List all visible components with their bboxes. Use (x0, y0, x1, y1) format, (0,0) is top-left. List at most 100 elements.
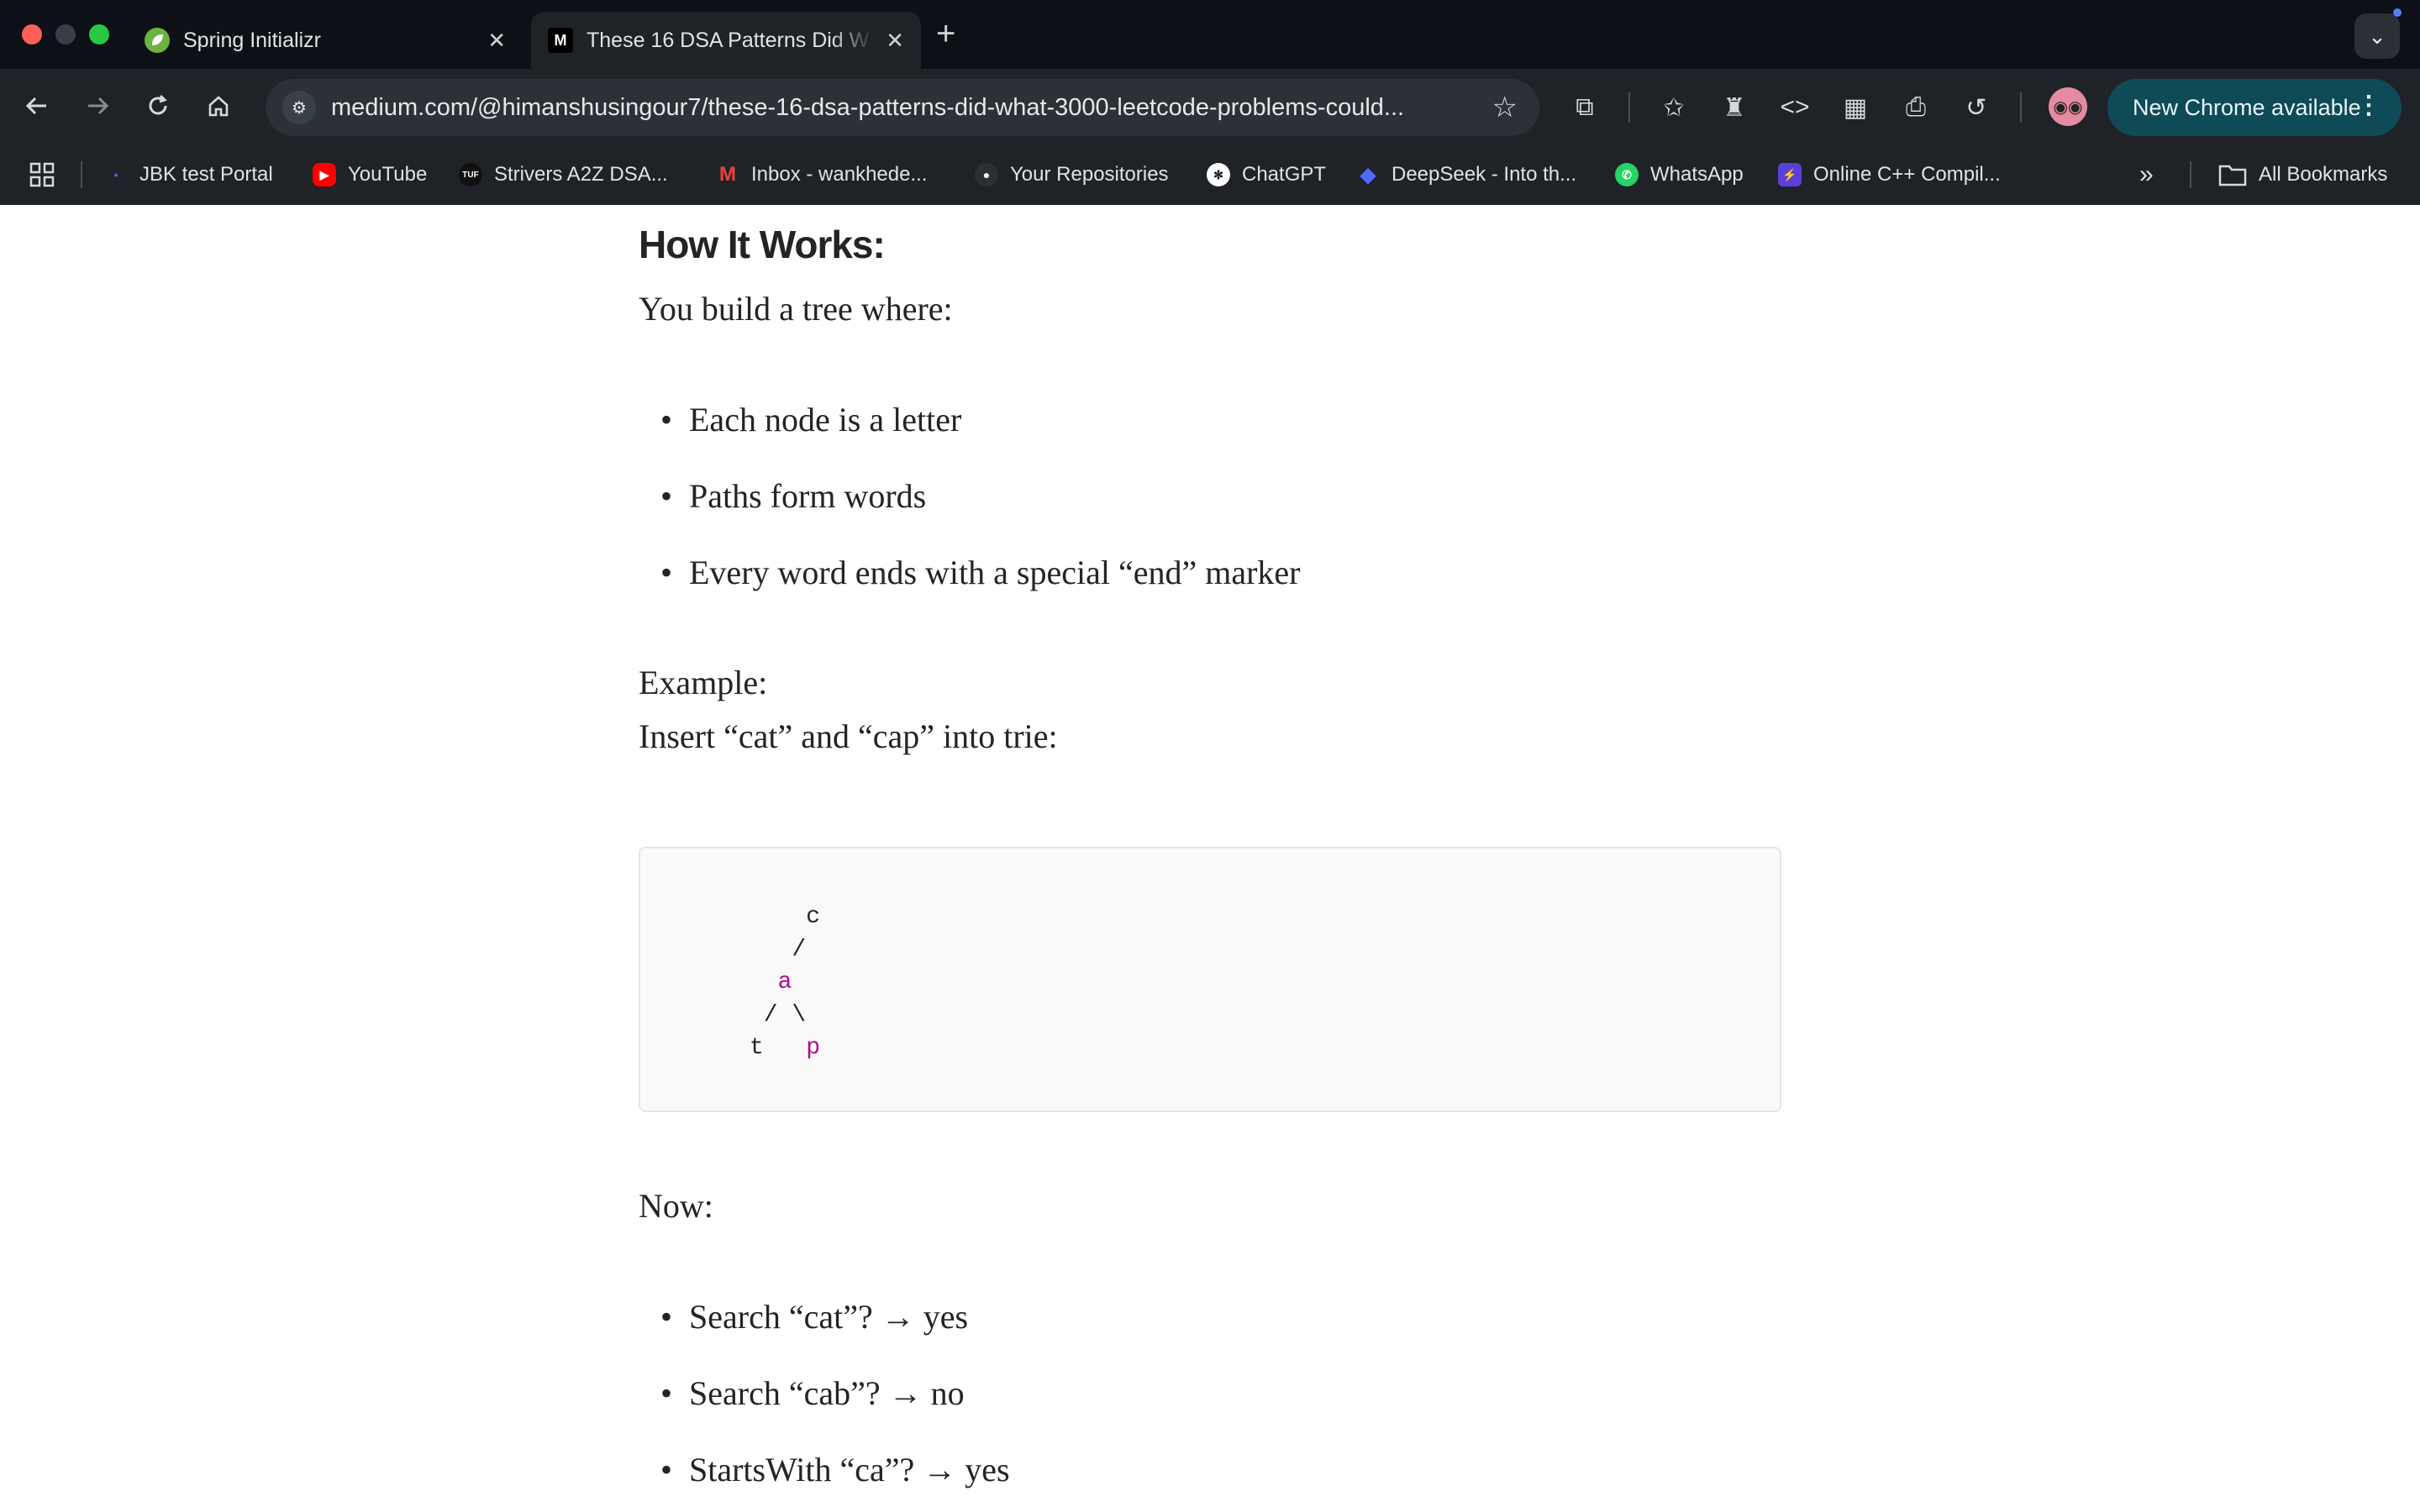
spring-leaf-icon (145, 28, 170, 53)
list-item-text: Every word ends with a special “end” mar… (689, 554, 1301, 591)
tab-medium-article[interactable]: M These 16 DSA Patterns Did W ✕ (531, 12, 921, 69)
back-button[interactable] (18, 87, 55, 124)
code-line: / (750, 937, 807, 963)
code-line: / \ (750, 1002, 807, 1028)
bookmark-label: YouTube (348, 163, 428, 186)
apps-button[interactable] (29, 156, 55, 193)
all-bookmarks-label: All Bookmarks (2259, 163, 2388, 186)
more-menu-icon[interactable]: ⋮ (2356, 91, 2381, 120)
glasses-icon: ◉◉ (2053, 97, 2083, 117)
more-bookmarks-button[interactable]: » (2139, 156, 2154, 193)
list-item-text: Search “cat”? → yes (689, 1298, 969, 1336)
bookmarks-divider (2190, 161, 2191, 188)
code-highlight: p (806, 1035, 821, 1061)
bookmark-jbk[interactable]: • JBK test Portal (104, 156, 273, 193)
bookmark-whatsapp[interactable]: ✆ WhatsApp (1615, 156, 1744, 193)
url-text[interactable]: medium.com/@himanshusingour7/these-16-ds… (331, 94, 1476, 122)
gmail-icon: M (719, 163, 736, 186)
code-line: t p (750, 1035, 821, 1061)
folder-icon (2218, 165, 2247, 186)
bookmark-label: Your Repositories (1010, 163, 1169, 186)
bookmark-label: DeepSeek - Into th... (1392, 163, 1577, 186)
apps-grid-icon (29, 162, 55, 187)
forward-button[interactable] (79, 87, 116, 124)
now-label: Now: (639, 1187, 713, 1225)
tab-strip: Spring Initializr ✕ M These 16 DSA Patte… (0, 0, 2420, 69)
code-block: c / a / \ t p (639, 847, 1781, 1112)
printer-icon: ⎙ (1906, 93, 1926, 121)
whatsapp-icon: ✆ (1615, 163, 1639, 186)
bookmark-strivers[interactable]: TUF Strivers A2Z DSA... (459, 156, 668, 193)
bookmark-label: Inbox - wankhede... (751, 163, 928, 186)
qr-code-icon: ▦ (1843, 93, 1868, 122)
toolbar-divider (1628, 92, 1630, 123)
bookmark-label: JBK test Portal (139, 163, 273, 186)
bookmark-online-cpp[interactable]: ⚡ Online C++ Compil... (1778, 156, 2001, 193)
bookmark-chatgpt[interactable]: ✻ ChatGPT (1207, 156, 1326, 193)
site-info-icon[interactable]: ⚙ (282, 91, 316, 124)
puzzle-icon: ⧉ (1576, 93, 1594, 121)
bookmarks-divider (81, 161, 82, 188)
bookmark-gmail[interactable]: M Inbox - wankhede... (716, 156, 927, 193)
qr-code-button[interactable]: ▦ (1835, 87, 1876, 128)
paragraph-intro: You build a tree where: (639, 290, 953, 328)
notification-dot (2393, 8, 2402, 17)
bookmark-label: WhatsApp (1650, 163, 1744, 186)
arrow-left-icon (25, 97, 46, 115)
update-label: New Chrome available (2133, 94, 2361, 120)
extensions-button[interactable]: ⧉ (1565, 87, 1605, 128)
bookmark-youtube[interactable]: ▶ YouTube (313, 156, 427, 193)
zoom-window-button[interactable] (89, 24, 109, 45)
tab-search-button[interactable]: ⌄ (2354, 13, 2400, 59)
favorites-button[interactable]: ✩ (1654, 87, 1694, 128)
home-button[interactable] (200, 87, 237, 124)
home-icon (208, 96, 229, 117)
history-icon: ↺ (1965, 93, 1987, 122)
double-chevron-right-icon: » (2139, 160, 2154, 188)
example-text: Insert “cat” and “cap” into trie: (639, 717, 1058, 755)
bookmark-label: Online C++ Compil... (1813, 163, 2001, 186)
list-item-text: Search “cab”? → no (689, 1374, 965, 1412)
bookmark-label: ChatGPT (1242, 163, 1327, 186)
history-button[interactable]: ↺ (1956, 87, 1996, 128)
profile-avatar[interactable]: ◉◉ (2049, 87, 2087, 126)
reload-button[interactable] (139, 87, 176, 124)
close-window-button[interactable] (22, 24, 42, 45)
compiler-icon: ⚡ (1778, 163, 1802, 186)
code-text: c / a / \ t p (750, 900, 820, 1064)
chevron-down-icon: ⌄ (2368, 23, 2386, 49)
jbk-icon: • (113, 168, 118, 181)
print-button[interactable]: ⎙ (1896, 87, 1936, 128)
bookmark-deepseek[interactable]: ◆ DeepSeek - Into th... (1356, 156, 1576, 193)
incognito-button[interactable]: ♜ (1714, 87, 1754, 128)
all-bookmarks-button[interactable]: All Bookmarks (2218, 156, 2387, 193)
tab-title: These 16 DSA Patterns Did W (587, 28, 870, 52)
medium-logo-icon: M (548, 28, 573, 53)
close-tab-icon[interactable]: ✕ (487, 28, 506, 54)
code-icon: <> (1780, 93, 1810, 121)
bookmark-github[interactable]: ● Your Repositories (975, 156, 1169, 193)
bookmark-star-icon[interactable]: ☆ (1492, 91, 1518, 124)
deepseek-icon: ◆ (1360, 163, 1376, 186)
address-bar[interactable]: ⚙ medium.com/@himanshusingour7/these-16-… (266, 79, 1539, 136)
update-chrome-button[interactable]: New Chrome available ⋮ (2107, 79, 2402, 136)
code-line: c (750, 904, 821, 930)
star-list-icon: ✩ (1663, 93, 1685, 122)
tab-spring-initializr[interactable]: Spring Initializr ✕ (128, 12, 523, 69)
list-item-text: StartsWith “ca”? → yes (689, 1451, 1010, 1488)
bookmark-label: Strivers A2Z DSA... (494, 163, 668, 186)
browser-chrome: Spring Initializr ✕ M These 16 DSA Patte… (0, 0, 2420, 205)
list-item-text: Paths form words (689, 477, 927, 515)
minimize-window-button[interactable] (55, 24, 76, 45)
new-tab-button[interactable]: + (936, 15, 955, 53)
example-label: Example: (639, 664, 768, 701)
reload-icon (149, 94, 167, 115)
tab-title: Spring Initializr (183, 28, 321, 52)
youtube-icon: ▶ (313, 163, 336, 186)
close-tab-icon[interactable]: ✕ (886, 28, 904, 54)
github-icon: ● (975, 163, 998, 186)
arrow-right-icon (88, 97, 109, 115)
toolbar-divider (2020, 92, 2022, 123)
code-line: a (750, 969, 792, 995)
devtools-button[interactable]: <> (1775, 87, 1815, 128)
